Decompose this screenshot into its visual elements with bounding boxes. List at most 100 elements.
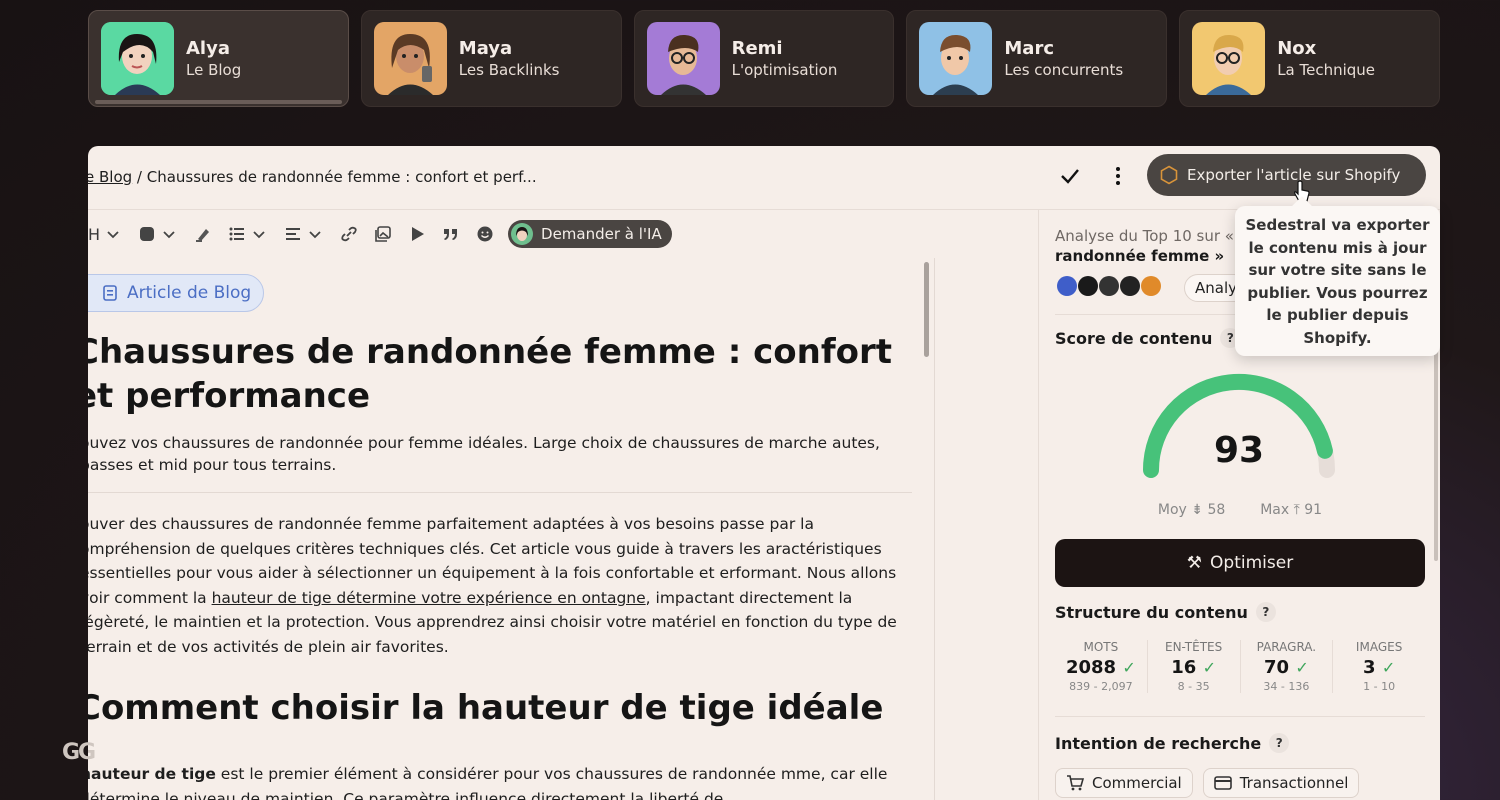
quote-button[interactable] <box>434 218 468 250</box>
video-button[interactable] <box>400 218 434 250</box>
ai-avatar <box>511 223 534 245</box>
max-icon: ⤒ <box>1293 502 1305 518</box>
export-tooltip: Sedestral va exporter le contenu mis à j… <box>1235 206 1440 356</box>
optimize-label: Optimiser <box>1210 553 1294 573</box>
emoji-button[interactable] <box>468 218 502 250</box>
list-dropdown[interactable] <box>220 218 276 250</box>
structure-stat-headings: EN-TÊTES 16 ✓ 8 - 35 <box>1148 640 1241 693</box>
article-heading-2[interactable]: Comment choisir la hauteur de tige idéal… <box>88 686 926 730</box>
analysis-prefix: Analyse du Top 10 sur « <box>1055 227 1234 245</box>
ask-ai-button[interactable]: Demander à l'IA <box>508 220 672 248</box>
structure-stat-images: IMAGES 3 ✓ 1 - 10 <box>1333 640 1425 693</box>
max-value: 91 <box>1304 502 1323 518</box>
stat-label: PARAGRA. <box>1256 640 1317 654</box>
more-vertical-icon[interactable] <box>1106 164 1130 188</box>
link-icon <box>341 226 357 242</box>
agent-name: Maya <box>458 38 513 59</box>
intent-label: Commercial <box>1092 774 1182 792</box>
stat-range: 1 - 10 <box>1363 680 1396 693</box>
check-icon: ✓ <box>1202 658 1216 677</box>
score-title: Score de contenu <box>1055 328 1213 348</box>
highlight-button[interactable] <box>186 218 220 250</box>
export-shopify-button[interactable]: Exporter l'article sur Shopify <box>1147 154 1426 196</box>
stat-range: 8 - 35 <box>1177 680 1210 693</box>
article-title[interactable]: Chaussures de randonnée femme : confort … <box>88 330 924 418</box>
check-icon[interactable] <box>1058 164 1082 188</box>
editor-content[interactable]: Article de Blog Chaussures de randonnée … <box>88 258 926 800</box>
image-button[interactable] <box>366 218 400 250</box>
sidebar-scrollbar[interactable] <box>1434 346 1438 561</box>
competitor-logo-icon <box>1078 276 1098 296</box>
competitor-logo-icon <box>1099 276 1119 296</box>
max-label: Max <box>1260 502 1290 518</box>
breadcrumb-separator: / <box>132 168 147 186</box>
logo-watermark: GG <box>62 740 96 765</box>
highlighter-icon <box>196 229 210 242</box>
breadcrumb-current: Chaussures de randonnée femme : confort … <box>146 168 537 186</box>
agent-role: L'optimisation <box>731 61 838 79</box>
article-intro[interactable]: ouvez vos chaussures de randonnée pour f… <box>88 432 910 476</box>
agent-name: Remi <box>731 38 783 59</box>
block-style-dropdown[interactable] <box>130 218 186 250</box>
agent-card-alya[interactable]: Alya Le Blog <box>88 10 349 107</box>
article-paragraph[interactable]: ouver des chaussures de randonnée femme … <box>88 512 910 660</box>
align-dropdown[interactable] <box>276 218 332 250</box>
content-type-tag[interactable]: Article de Blog <box>88 274 265 312</box>
chevron-down-icon <box>107 231 119 239</box>
competitor-logo-icon <box>1141 276 1161 296</box>
agent-card-nox[interactable]: Nox La Technique <box>1179 10 1440 107</box>
score-section-title: Score de contenu ? <box>1055 328 1241 348</box>
structure-stats: MOTS 2088 ✓ 839 - 2,097 EN-TÊTES 16 ✓ 8 … <box>1055 640 1425 693</box>
help-icon[interactable]: ? <box>1255 602 1276 622</box>
heading-dropdown[interactable]: H <box>88 218 130 250</box>
optimize-button[interactable]: ⚒ Optimiser <box>1055 539 1425 587</box>
divider <box>1055 716 1425 717</box>
stat-label: EN-TÊTES <box>1165 640 1223 654</box>
magic-wand-icon: ⚒ <box>1186 553 1203 573</box>
help-icon[interactable]: ? <box>1269 733 1290 753</box>
chevron-down-icon <box>253 231 265 239</box>
align-left-icon <box>286 228 301 240</box>
agent-card-remi[interactable]: Remi L'optimisation <box>633 10 895 107</box>
marc-avatar <box>919 22 993 95</box>
article-paragraph[interactable]: hauteur de tige est le premier élément à… <box>88 762 910 800</box>
stat-value: 3 <box>1363 657 1376 678</box>
formatting-toolbar: H Demander à l'IA <box>88 210 1038 258</box>
score-stats: Moy ⇟ 58 Max ⤒ 91 <box>1039 502 1440 518</box>
hexagon-icon <box>1160 165 1178 185</box>
internal-link[interactable]: hauteur de tige détermine votre expérien… <box>212 589 646 607</box>
breadcrumb-parent-link[interactable]: e Blog <box>88 168 132 186</box>
structure-title: Structure du contenu <box>1055 602 1248 622</box>
agent-card-marc[interactable]: Marc Les concurrents <box>906 10 1168 107</box>
agent-name: Alya <box>186 38 230 59</box>
nox-avatar <box>1192 22 1266 95</box>
maya-avatar <box>373 22 447 95</box>
check-icon: ✓ <box>1295 658 1309 677</box>
link-button[interactable] <box>332 218 366 250</box>
editor-scrollbar[interactable] <box>924 262 929 357</box>
bold-text: hauteur de tige <box>88 765 216 783</box>
competitor-logo-icon <box>1057 276 1077 296</box>
stat-range: 839 - 2,097 <box>1069 680 1133 693</box>
agent-role: Le Blog <box>186 61 242 79</box>
check-icon: ✓ <box>1381 658 1396 677</box>
chevron-down-icon <box>309 231 321 239</box>
block-icon <box>140 227 155 241</box>
agent-card-maya[interactable]: Maya Les Backlinks <box>360 10 622 107</box>
heading-label: H <box>88 224 101 244</box>
competitor-logos <box>1057 276 1161 296</box>
stat-label: IMAGES <box>1355 640 1403 654</box>
alya-avatar <box>101 22 174 95</box>
content-score: 93 <box>1213 430 1265 471</box>
intent-commercial[interactable]: Commercial <box>1055 768 1193 798</box>
stat-label: MOTS <box>1083 640 1119 654</box>
document-icon <box>103 285 117 301</box>
agent-name: Nox <box>1277 38 1317 59</box>
avg-label: Moy <box>1157 502 1187 518</box>
credit-card-icon <box>1213 776 1232 790</box>
intent-transactional[interactable]: Transactionnel <box>1202 768 1360 798</box>
stat-range: 34 - 136 <box>1263 680 1310 693</box>
agent-switcher: Alya Le Blog Maya Les Backlinks Remi L'o… <box>88 10 1440 107</box>
intent-label: Transactionnel <box>1239 774 1349 792</box>
avg-icon: ⇟ <box>1191 502 1208 518</box>
